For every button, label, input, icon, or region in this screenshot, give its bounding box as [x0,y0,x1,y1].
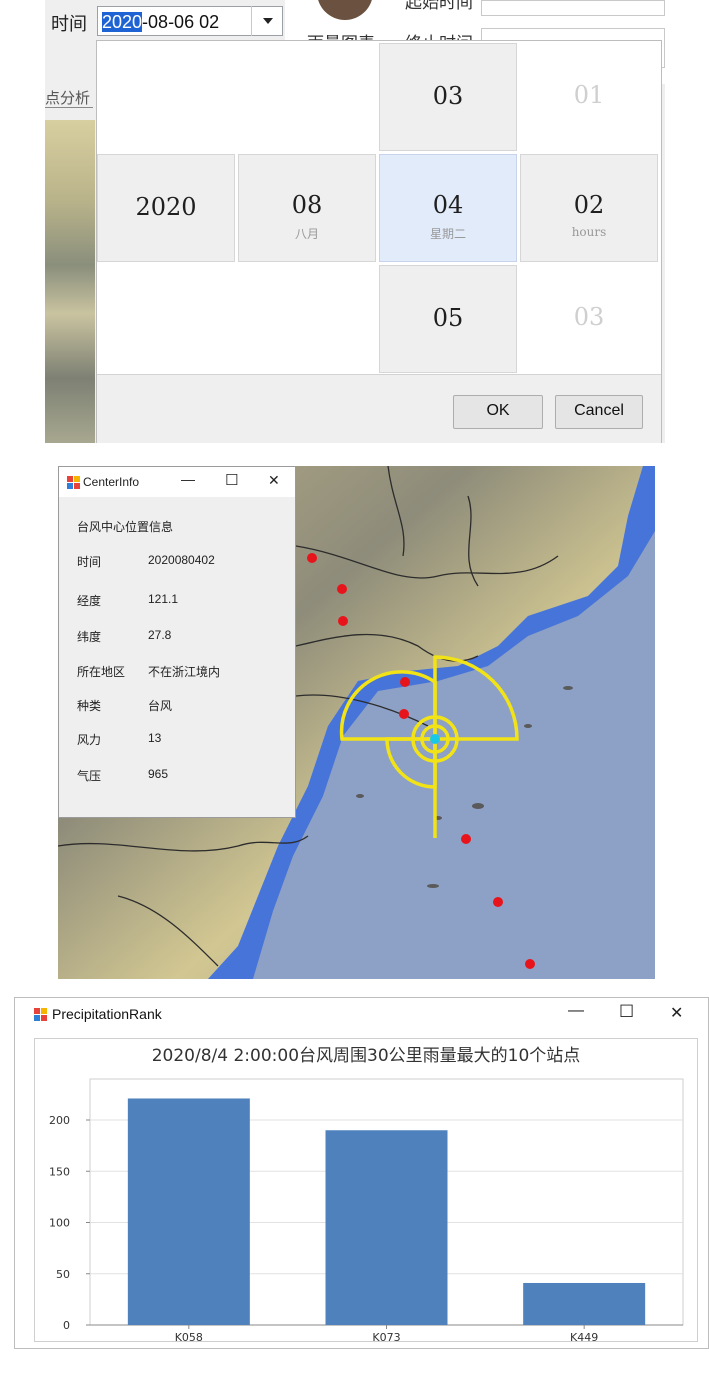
y-tick-label: 200 [49,1114,70,1127]
info-label-wind: 风力 [77,733,102,747]
hour-next-value: 03 [573,303,605,331]
year-selection: 2020 [102,12,143,32]
hour-value: 02 [573,191,605,219]
minimize-button[interactable]: — [181,471,195,487]
map-background-strip [45,120,95,443]
hour-cell[interactable]: 02 hours [520,154,658,262]
station-dot[interactable] [493,897,503,907]
station-dot[interactable] [337,584,347,594]
station-dot[interactable] [399,709,409,719]
day-value: 04 [432,191,464,219]
info-value-longitude: 121.1 [148,592,179,606]
app-icon [34,1008,48,1021]
date-picker-popup: 03 01 2020 08 八月 04 星期二 02 hours 05 03 OK C… [96,40,662,443]
day-prev-cell[interactable]: 03 [379,43,517,151]
precipitation-bar-chart: 2020/8/4 2:00:00台风周围30公里雨量最大的10个站点 0 50 100… [49,1046,684,1341]
chart-title: 2020/8/4 2:00:00台风周围30公里雨量最大的10个站点 [152,1046,581,1066]
day-prev-value: 03 [432,82,464,110]
datetime-picker-panel: 起始时间 雨量图表 终止时间 点分析 时间 2020-08-06 02 03 0… [45,0,665,443]
info-value-pressure: 965 [148,767,169,781]
info-label-longitude: 经度 [77,594,102,608]
y-tick-label: 100 [49,1217,70,1230]
hour-prev-value: 01 [573,81,605,109]
day-cell-selected[interactable]: 04 星期二 [379,154,517,262]
info-value-wind: 13 [148,731,162,745]
start-time-input[interactable] [481,0,665,16]
year-cell[interactable]: 2020 [97,154,235,262]
day-next-value: 05 [432,304,464,332]
station-dot[interactable] [400,677,410,687]
typhoon-eye-dot [430,734,440,744]
datetime-rest: -08-06 02 [142,12,220,32]
time-label: 时间 [51,14,87,34]
close-button[interactable]: ✕ [268,472,280,489]
month-value: 08 [291,191,323,219]
precipitation-rank-window: PrecipitationRank — ☐ ✕ 2020/8/4 2:00:00… [14,997,709,1349]
hour-prev-cell[interactable]: 01 [520,43,658,151]
close-button[interactable]: ✕ [670,1003,683,1023]
day-next-cell[interactable]: 05 [379,265,517,373]
info-label-region: 所在地区 [77,665,126,679]
y-tick-label: 0 [63,1319,70,1332]
bar-k058 [127,1098,250,1325]
info-value-time: 2020080402 [148,553,215,567]
month-name: 八月 [294,227,319,241]
centerinfo-window: CenterInfo — ☐ ✕ 台风中心位置信息 时间 2020080402 … [58,466,296,818]
y-tick-label: 150 [49,1165,70,1178]
ok-button[interactable]: OK [453,395,543,429]
x-tick-label: K058 [175,1331,203,1341]
station-dot[interactable] [461,834,471,844]
hour-unit: hours [571,225,607,239]
precipitation-chart-area: 2020/8/4 2:00:00台风周围30公里雨量最大的10个站点 0 50 100… [34,1038,698,1342]
info-value-type: 台风 [148,699,173,713]
dropdown-arrow-icon[interactable] [251,6,283,36]
centerinfo-heading: 台风中心位置信息 [77,520,174,534]
precipitation-titlebar: PrecipitationRank — ☐ ✕ [15,998,708,1030]
app-icon [67,476,81,489]
x-tick-label: K073 [372,1331,400,1341]
bar-k073 [325,1130,448,1325]
centerinfo-title: CenterInfo [83,475,140,489]
maximize-button[interactable]: ☐ [619,1002,634,1022]
cancel-button[interactable]: Cancel [555,395,643,429]
point-analysis-tab[interactable]: 点分析 [45,84,93,108]
station-dot[interactable] [307,553,317,563]
info-label-type: 种类 [77,699,102,713]
x-tick-label: K449 [570,1331,598,1341]
typhoon-map-panel: CenterInfo — ☐ ✕ 台风中心位置信息 时间 2020080402 … [58,466,655,979]
info-label-latitude: 纬度 [77,630,102,644]
start-time-label: 起始时间 [405,0,473,12]
maximize-button[interactable]: ☐ [225,471,238,489]
month-cell[interactable]: 08 八月 [238,154,376,262]
y-tick-label: 50 [56,1268,70,1281]
info-value-latitude: 27.8 [148,628,172,642]
weekday-name: 星期二 [429,227,466,241]
info-label-pressure: 气压 [77,769,102,783]
precipitation-title: PrecipitationRank [52,1006,162,1022]
info-value-region: 不在浙江境内 [148,665,221,679]
hour-next-cell[interactable]: 03 [520,265,658,373]
bar-k449 [523,1282,646,1325]
station-dot[interactable] [525,959,535,969]
picker-footer: OK Cancel [97,374,661,443]
info-label-time: 时间 [77,555,102,569]
year-value: 2020 [135,193,197,221]
centerinfo-titlebar: CenterInfo — ☐ ✕ [59,467,295,497]
minimize-button[interactable]: — [568,1002,584,1020]
station-dot[interactable] [338,616,348,626]
